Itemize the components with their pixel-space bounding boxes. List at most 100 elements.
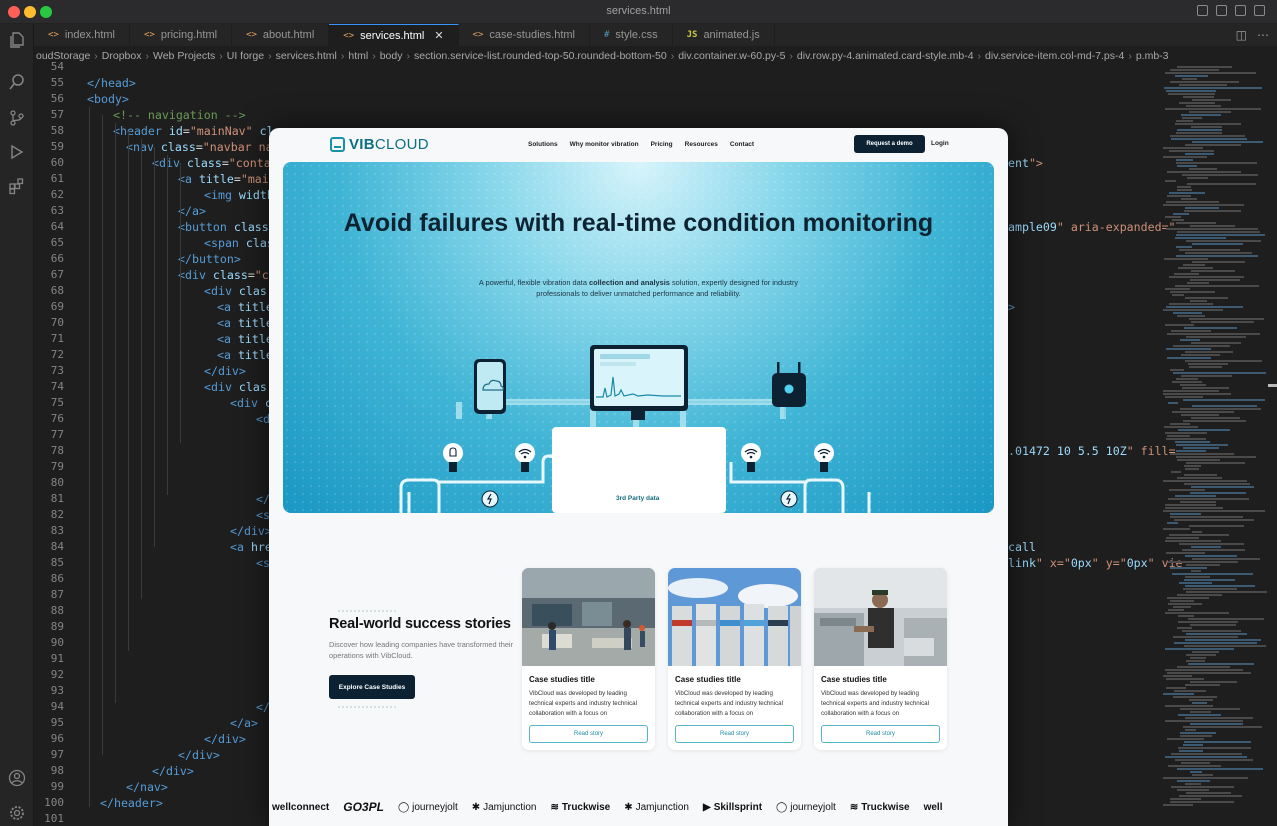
explore-case-studies-button[interactable]: Explore Case Studies — [329, 675, 415, 699]
minimap-line — [1184, 465, 1201, 467]
read-story-button[interactable]: Read story — [529, 725, 648, 743]
minimap-line — [1175, 759, 1253, 761]
customize-layout-icon[interactable] — [1254, 5, 1265, 16]
code-line-fragment: call — [1008, 540, 1036, 554]
code-line: <body> — [87, 92, 129, 106]
minimap-line — [1174, 519, 1254, 521]
split-editor-icon[interactable]: ◫ — [1236, 28, 1247, 42]
hero-title: Avoid failures with real-time condition … — [343, 209, 934, 237]
editor-tab[interactable]: JS animated.js — [673, 24, 775, 46]
minimap-line — [1187, 183, 1256, 185]
minimap-line — [1190, 225, 1235, 227]
minimap-line — [1185, 252, 1252, 254]
minimap-line — [1169, 150, 1214, 152]
request-demo-button[interactable]: Request a demo — [854, 135, 925, 153]
minimap-line — [1170, 801, 1234, 803]
site-nav-link[interactable]: Solutions — [528, 141, 558, 148]
line-number: 87 — [50, 588, 64, 601]
line-number: 74 — [50, 380, 64, 393]
minimap-line — [1177, 768, 1263, 770]
search-icon[interactable] — [7, 72, 27, 92]
minimap-line — [1181, 762, 1210, 764]
editor-tab[interactable]: # style.css — [590, 24, 673, 46]
minimap-line — [1190, 723, 1243, 725]
editor-tab[interactable]: <> index.html — [34, 24, 130, 46]
brand-logo: wellconnect — [269, 802, 329, 813]
minimap-line — [1167, 435, 1190, 437]
minimap-line — [1178, 714, 1221, 716]
more-actions-icon[interactable]: ⋯ — [1257, 28, 1269, 42]
minimap-line — [1177, 780, 1210, 782]
brand-name: Truckwise — [861, 801, 910, 813]
minimap-line — [1178, 621, 1238, 623]
skillsprint-logo-icon: ▶ — [702, 801, 711, 813]
run-debug-icon[interactable] — [7, 142, 27, 162]
settings-gear-icon[interactable] — [7, 803, 27, 823]
minimap-line — [1186, 564, 1220, 566]
editor-tab[interactable]: <> pricing.html — [130, 24, 233, 46]
close-tab-icon[interactable]: ✕ — [434, 29, 443, 42]
brand-name: GO3PL — [343, 800, 384, 814]
minimap-line — [1184, 579, 1235, 581]
minimap-line — [1191, 270, 1235, 272]
minimap-line — [1185, 639, 1261, 641]
minimap-line — [1173, 636, 1238, 638]
minimap-line — [1176, 162, 1257, 164]
minimap-line — [1179, 84, 1227, 86]
minimap-line — [1163, 693, 1194, 695]
brand-name: Jamjunction — [483, 801, 537, 813]
minimap-line — [1190, 624, 1236, 626]
minimap-line — [1177, 627, 1192, 629]
minimap-line — [1192, 531, 1202, 533]
editor-tab[interactable]: <> services.html ✕ — [329, 24, 459, 46]
minimap-line — [1184, 474, 1217, 476]
minimap-line — [1188, 363, 1228, 365]
site-nav-link[interactable]: Resources — [685, 141, 718, 148]
case-study-text: VibCloud was developed by leading techni… — [821, 690, 929, 717]
site-nav-link[interactable]: Why monitor vibration — [570, 141, 639, 148]
site-nav-link[interactable]: Contact — [730, 141, 754, 148]
minimap-line — [1163, 804, 1193, 806]
case-study-image — [522, 568, 655, 666]
minimap-line — [1191, 546, 1221, 548]
indent-guide — [154, 147, 155, 547]
scrollbar-thumb[interactable] — [1268, 384, 1277, 387]
minimap-line — [1170, 135, 1245, 137]
minimap-line — [1192, 774, 1213, 776]
minimap-line — [1163, 390, 1219, 392]
editor-tab[interactable]: <> case-studies.html — [459, 24, 590, 46]
read-story-button[interactable]: Read story — [675, 725, 794, 743]
toggle-sidebar-icon[interactable] — [1197, 5, 1208, 16]
line-number: 59 — [50, 140, 64, 153]
code-line-fragment: ample09" aria-expanded=" — [1008, 220, 1176, 234]
source-control-icon[interactable] — [7, 108, 27, 128]
html-file-icon: <> — [143, 30, 155, 40]
explorer-icon[interactable] — [7, 30, 27, 50]
minimap-line — [1184, 483, 1250, 485]
minimap-line — [1163, 147, 1203, 149]
login-link[interactable]: Login — [931, 140, 949, 147]
vibcloud-logo[interactable]: VIBCLOUD — [330, 136, 429, 153]
case-study-image — [814, 568, 947, 666]
minimap-line — [1180, 732, 1216, 734]
toggle-panel-icon[interactable] — [1216, 5, 1227, 16]
site-nav-link[interactable]: Pricing — [651, 141, 673, 148]
minimap-line — [1176, 222, 1216, 224]
truckwise-logo-icon: ≋ — [550, 801, 559, 813]
minimap-line — [1172, 294, 1184, 296]
minimap-line — [1185, 684, 1220, 686]
minimap-line — [1182, 630, 1241, 632]
website-preview: VIBCLOUD Solutions Why monitor vibration P… — [269, 128, 1008, 826]
account-icon[interactable] — [7, 768, 27, 788]
editor-tab[interactable]: <> about.html — [232, 24, 330, 46]
extensions-icon[interactable] — [7, 176, 27, 196]
minimap-line — [1185, 576, 1210, 578]
line-number: 88 — [50, 604, 64, 617]
toggle-secondary-sidebar-icon[interactable] — [1235, 5, 1246, 16]
minimap-line — [1175, 75, 1208, 77]
line-number: 61 — [50, 172, 64, 185]
minimap[interactable] — [1163, 66, 1267, 826]
read-story-button[interactable]: Read story — [821, 725, 940, 743]
minimap-line — [1190, 279, 1240, 281]
minimap-line — [1185, 783, 1201, 785]
